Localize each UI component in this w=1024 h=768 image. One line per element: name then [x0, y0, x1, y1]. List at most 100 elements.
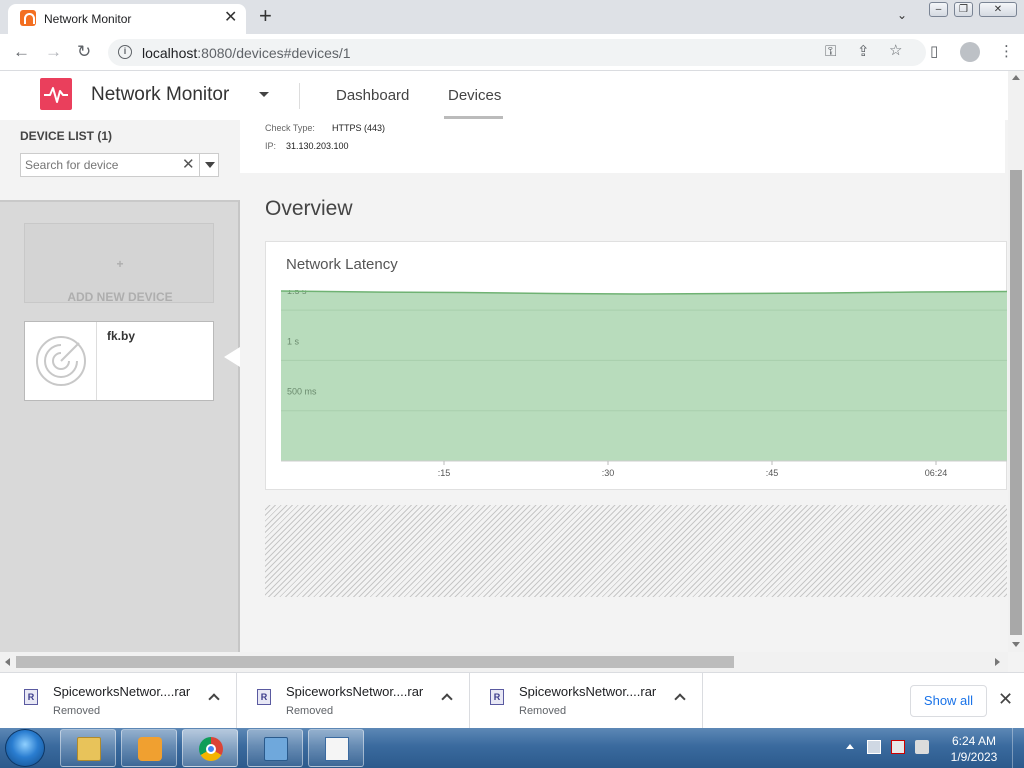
horizontal-scrollbar[interactable]	[0, 652, 1008, 672]
clock-date[interactable]: 1/9/2023	[944, 750, 1004, 764]
rar-file-icon: R	[257, 689, 271, 705]
browser-tab[interactable]: Network Monitor ✕	[8, 4, 246, 34]
network-disconnected-icon[interactable]	[891, 740, 905, 754]
device-search-input[interactable]	[25, 157, 177, 173]
chevron-up-icon[interactable]	[674, 693, 686, 705]
chevron-up-icon[interactable]	[208, 693, 220, 705]
key-icon[interactable]: ⚿	[825, 43, 836, 61]
nav-tab-dashboard[interactable]: Dashboard	[336, 87, 409, 104]
bookmark-star-icon[interactable]: ☆	[889, 42, 902, 60]
clear-search-icon[interactable]: ✕	[182, 156, 195, 174]
scroll-left-arrow-icon[interactable]	[5, 658, 10, 666]
profile-avatar-icon[interactable]	[960, 42, 980, 62]
device-count: (1)	[97, 129, 113, 143]
show-all-downloads-button[interactable]: Show all	[910, 685, 987, 717]
taskbar-wordpad[interactable]	[308, 729, 364, 767]
download-filename: SpiceworksNetwor....rar	[53, 684, 191, 699]
control-panel-icon	[264, 737, 288, 761]
rar-file-icon: R	[490, 689, 504, 705]
device-card[interactable]: fk.by	[24, 321, 214, 401]
device-name: fk.by	[107, 329, 136, 343]
browser-toolbar: ← → ↻ i localhost:8080/devices#devices/1…	[0, 34, 1024, 71]
download-filename: SpiceworksNetwor....rar	[286, 684, 424, 699]
ip-label: IP:	[265, 141, 277, 151]
back-arrow-icon[interactable]: ←	[13, 42, 30, 62]
download-item[interactable]: R SpiceworksNetwor....rar Removed	[4, 673, 237, 729]
download-status: Removed	[519, 705, 567, 717]
horizontal-scroll-thumb[interactable]	[16, 656, 734, 668]
device-info-panel: Check Type: HTTPS (443) IP: 31.130.203.1…	[240, 120, 1005, 173]
browser-menu-icon[interactable]: ⋮	[999, 43, 1014, 61]
nav-tab-devices[interactable]: Devices	[448, 87, 501, 104]
forward-arrow-icon[interactable]: →	[45, 42, 62, 62]
add-new-device-text: ADD NEW DEVICE	[67, 290, 173, 304]
restore-button[interactable]: ❐	[954, 2, 973, 17]
pulse-logo-icon	[40, 78, 72, 110]
check-type-label: Check Type:	[265, 123, 315, 133]
minimize-button[interactable]: –	[929, 2, 948, 17]
taskbar-media-player[interactable]	[121, 729, 177, 767]
ip-value: 31.130.203.100	[286, 141, 349, 151]
folder-icon	[77, 737, 101, 761]
show-desktop-button[interactable]	[1012, 728, 1024, 768]
taskbar-chrome[interactable]	[182, 729, 238, 767]
start-button[interactable]	[5, 729, 45, 767]
download-item[interactable]: R SpiceworksNetwor....rar Removed	[237, 673, 470, 729]
taskbar-control-panel[interactable]	[247, 729, 303, 767]
scroll-down-arrow-icon[interactable]	[1012, 642, 1020, 647]
tab-close-icon[interactable]: ✕	[224, 9, 237, 27]
chrome-icon	[199, 737, 223, 761]
x-tick-label: :15	[438, 468, 451, 478]
show-hidden-icons-arrow[interactable]	[846, 744, 854, 749]
action-center-icon[interactable]	[867, 740, 881, 754]
check-type-value: HTTPS (443)	[332, 123, 386, 133]
device-list-title: DEVICE LIST (1)	[20, 129, 112, 143]
scroll-right-arrow-icon[interactable]	[995, 658, 1000, 666]
radar-icon	[25, 322, 97, 400]
add-new-device-button[interactable]: + ADD NEW DEVICE	[24, 223, 215, 304]
latency-area	[281, 291, 1007, 461]
y-tick-label: 1 s	[287, 336, 300, 346]
vertical-scrollbar[interactable]	[1008, 71, 1024, 652]
chart-title: Network Latency	[286, 256, 398, 273]
url-host: localhost	[142, 45, 198, 61]
selected-device-pointer	[224, 347, 240, 367]
window-close-button[interactable]: ✕	[979, 2, 1017, 17]
address-bar[interactable]: i localhost:8080/devices#devices/1 ⚿ ⇪ ☆	[108, 39, 926, 66]
search-filter-dropdown-icon[interactable]	[199, 154, 219, 176]
active-tab-indicator	[444, 116, 503, 119]
app-header: Network Monitor Dashboard Devices	[0, 71, 1024, 120]
scroll-up-arrow-icon[interactable]	[1012, 75, 1020, 80]
loading-placeholder	[265, 505, 1007, 597]
site-info-icon[interactable]: i	[118, 45, 132, 59]
browser-tab-strip: Network Monitor ✕ + ⌄ – ❐ ✕	[0, 0, 1024, 34]
url-path: :8080/devices#devices/1	[197, 45, 351, 61]
app-title: Network Monitor	[91, 84, 230, 105]
reload-icon[interactable]: ↻	[77, 42, 91, 62]
wordpad-icon	[325, 737, 349, 761]
download-status: Removed	[53, 705, 101, 717]
close-download-bar-icon[interactable]: ✕	[998, 688, 1013, 710]
share-icon[interactable]: ⇪	[857, 43, 870, 61]
download-status: Removed	[286, 705, 334, 717]
tab-search-chevron-icon[interactable]: ⌄	[897, 8, 907, 22]
side-panel-icon[interactable]: ▯	[930, 43, 938, 61]
chevron-up-icon[interactable]	[441, 693, 453, 705]
clock-time[interactable]: 6:24 AM	[944, 734, 1004, 748]
app-switch-caret-icon[interactable]	[259, 92, 269, 97]
volume-muted-icon[interactable]	[915, 740, 929, 754]
taskbar-explorer[interactable]	[60, 729, 116, 767]
x-tick-label: :45	[766, 468, 779, 478]
vertical-scroll-thumb[interactable]	[1010, 170, 1022, 635]
download-item[interactable]: R SpiceworksNetwor....rar Removed	[470, 673, 703, 729]
download-filename: SpiceworksNetwor....rar	[519, 684, 657, 699]
header-divider	[299, 83, 300, 109]
tab-title: Network Monitor	[44, 12, 132, 26]
device-search-box: ✕	[20, 153, 219, 177]
overview-heading: Overview	[265, 197, 353, 220]
plus-icon: +	[116, 257, 124, 271]
url-text[interactable]: localhost:8080/devices#devices/1	[142, 45, 351, 61]
network-latency-chart: 500 ms1 s1.5 s:15:30:45 06:24	[280, 290, 1007, 478]
new-tab-button[interactable]: +	[259, 4, 272, 28]
add-new-device-label: + ADD NEW DEVICE	[25, 257, 215, 304]
